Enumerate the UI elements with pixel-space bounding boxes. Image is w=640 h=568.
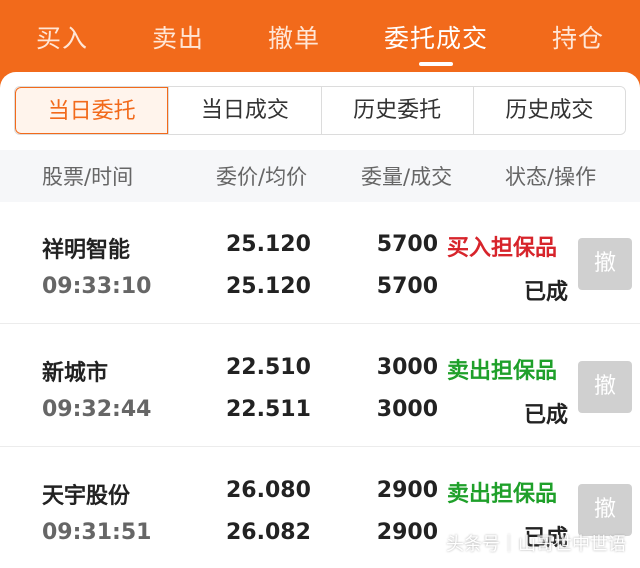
- cancel-order-button[interactable]: 撤: [578, 238, 632, 290]
- tab-orders-trades-label: 委托成交: [383, 24, 488, 53]
- order-time: 09:33:10: [42, 274, 152, 299]
- order-status: 已成: [523, 403, 568, 428]
- orders-panel: 当日委托 当日成交 历史委托 历史成交 股票/时间 委价/均价 委量/成交 状态…: [0, 72, 640, 568]
- order-type: 买入担保品: [447, 236, 558, 261]
- column-header-row: 股票/时间 委价/均价 委量/成交 状态/操作: [0, 150, 640, 202]
- order-price: 25.120: [226, 232, 311, 257]
- order-row[interactable]: 祥明智能 09:33:10 25.120 25.120 5700 5700 买入…: [0, 202, 640, 324]
- column-qty: 委量/成交: [361, 165, 453, 189]
- segment-today-trades[interactable]: 当日成交: [168, 87, 321, 134]
- cancel-order-button[interactable]: 撤: [578, 484, 632, 536]
- stock-name: 天宇股份: [42, 484, 131, 509]
- order-type: 卖出担保品: [447, 359, 558, 384]
- filled-qty: 3000: [376, 397, 438, 422]
- order-price: 26.080: [226, 478, 311, 503]
- top-tab-bar: 买入 卖出 撤单 委托成交 持仓: [0, 0, 640, 72]
- tab-orders-trades[interactable]: 委托成交: [384, 0, 488, 72]
- filled-qty: 5700: [376, 274, 438, 299]
- tab-positions[interactable]: 持仓: [552, 0, 604, 72]
- order-qty: 2900: [376, 478, 438, 503]
- active-tab-indicator: [418, 62, 453, 66]
- avg-price: 25.120: [226, 274, 311, 299]
- tab-cancel-order[interactable]: 撤单: [268, 0, 320, 72]
- column-price: 委价/均价: [216, 165, 308, 189]
- filled-qty: 2900: [376, 520, 438, 545]
- avg-price: 22.511: [226, 397, 311, 422]
- segment-today-orders[interactable]: 当日委托: [15, 87, 169, 134]
- cancel-order-button[interactable]: 撤: [578, 361, 632, 413]
- order-time: 09:32:44: [42, 397, 152, 422]
- order-price: 22.510: [226, 355, 311, 380]
- order-qty: 5700: [376, 232, 438, 257]
- column-status: 状态/操作: [505, 165, 597, 189]
- segment-history-trades[interactable]: 历史成交: [472, 87, 625, 134]
- order-type: 卖出担保品: [447, 482, 558, 507]
- watermark: 头条号｜山哥世中世语: [446, 534, 626, 555]
- order-status: 已成: [523, 280, 568, 305]
- order-row[interactable]: 新城市 09:32:44 22.510 22.511 3000 3000 卖出担…: [0, 325, 640, 447]
- tab-sell[interactable]: 卖出: [152, 0, 204, 72]
- order-qty: 3000: [376, 355, 438, 380]
- order-filter-segment: 当日委托 当日成交 历史委托 历史成交: [14, 86, 626, 135]
- stock-name: 新城市: [42, 361, 109, 386]
- order-time: 09:31:51: [42, 520, 152, 545]
- column-stock-time: 股票/时间: [42, 165, 134, 189]
- stock-name: 祥明智能: [42, 238, 131, 263]
- tab-buy[interactable]: 买入: [36, 0, 88, 72]
- segment-history-orders[interactable]: 历史委托: [320, 87, 473, 134]
- avg-price: 26.082: [226, 520, 311, 545]
